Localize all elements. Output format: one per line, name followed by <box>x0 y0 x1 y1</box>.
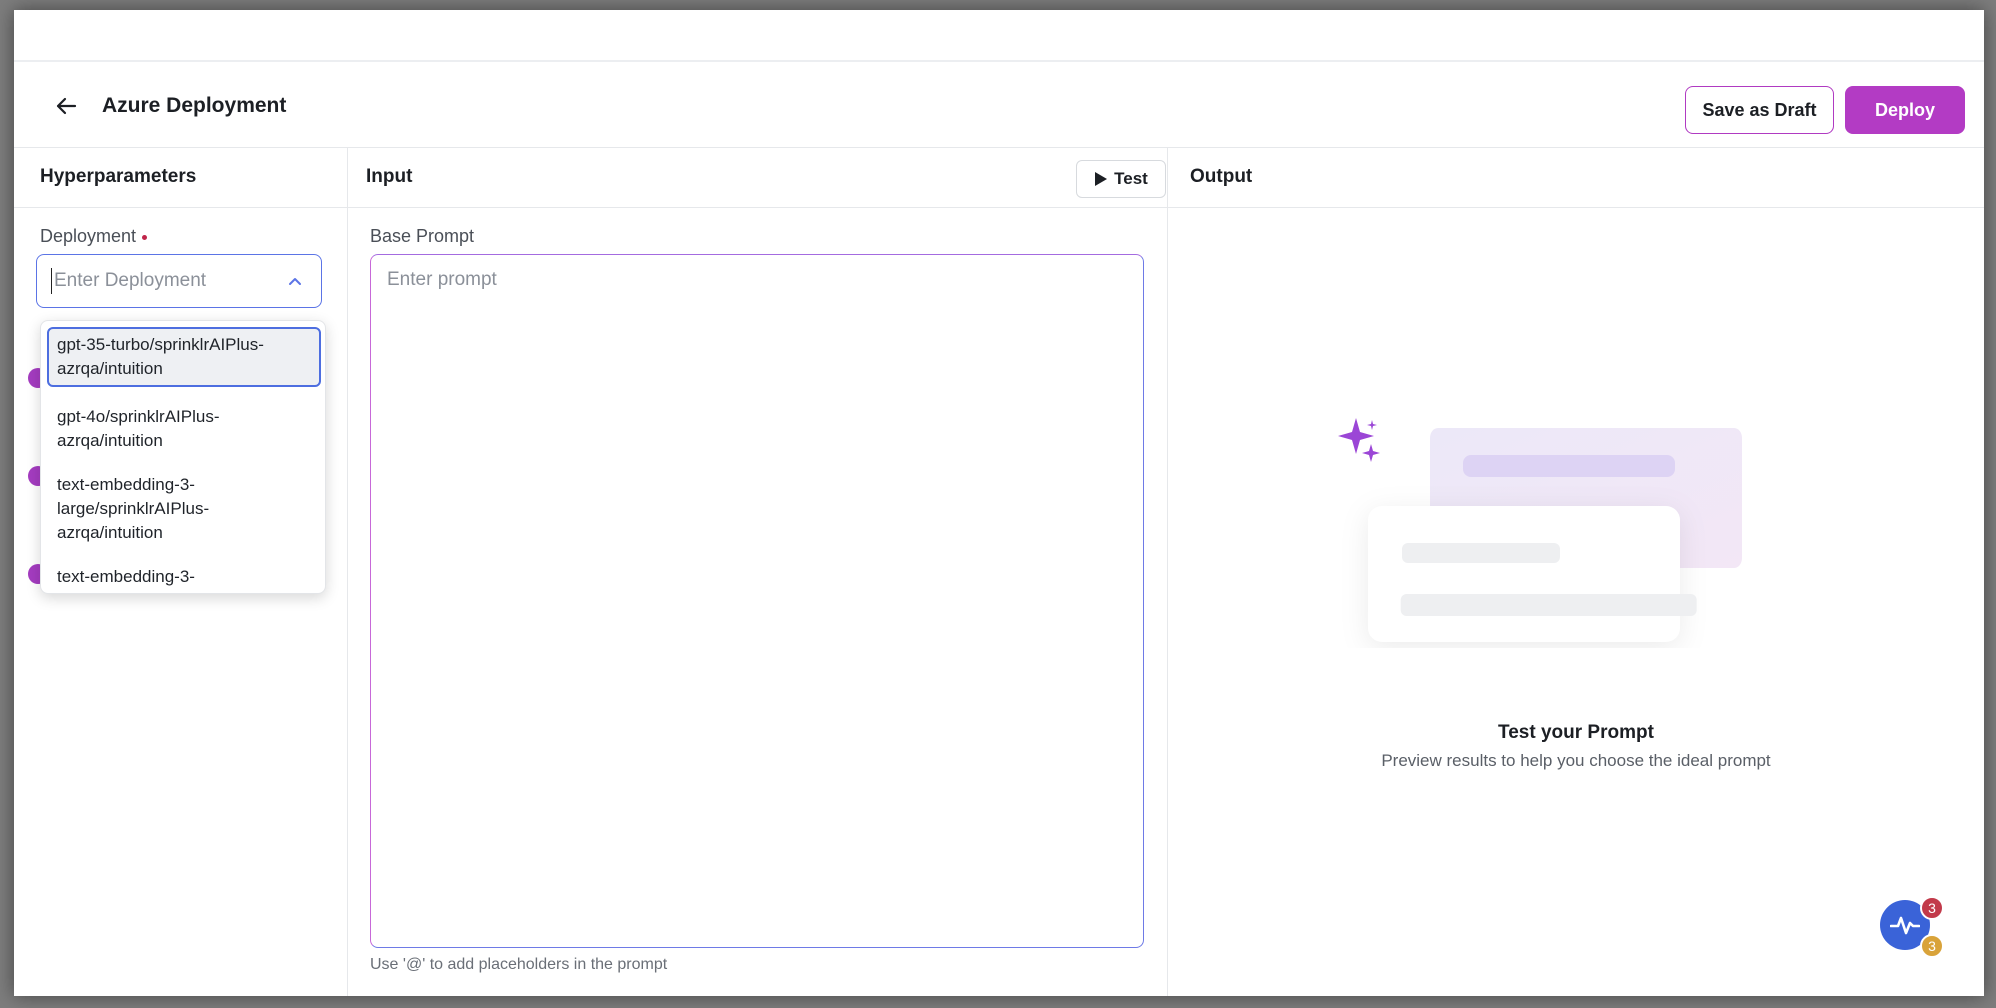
dropdown-option[interactable]: gpt-4o/sprinklrAIPlus-azrqa/intuition <box>47 399 321 459</box>
top-bar <box>14 10 1984 62</box>
notification-badge: 3 <box>1920 934 1944 958</box>
deploy-button[interactable]: Deploy <box>1845 86 1965 134</box>
empty-state-illustration <box>1338 418 1742 642</box>
input-title: Input <box>366 166 413 187</box>
hyperparameters-panel: Hyperparameters Deployment gpt-35-turbo/… <box>14 148 348 996</box>
deployment-label-text: Deployment <box>40 226 137 246</box>
test-button-label: Test <box>1114 169 1148 188</box>
input-panel: Input Test Base Prompt Use '@' to add pl… <box>348 148 1168 996</box>
page-title: Azure Deployment <box>102 94 287 117</box>
base-prompt-label: Base Prompt <box>370 226 475 246</box>
activity-icon <box>1890 916 1920 935</box>
play-icon <box>1095 172 1108 186</box>
input-header: Input Test <box>348 148 1167 208</box>
output-title: Output <box>1190 166 1253 187</box>
output-header: Output <box>1168 148 1984 208</box>
back-button[interactable] <box>48 88 84 124</box>
dropdown-option[interactable]: text-embedding-3- <box>47 559 321 593</box>
deployment-input[interactable] <box>51 268 271 294</box>
dropdown-option[interactable]: text-embedding-3-large/sprinklrAIPlus-az… <box>47 467 321 551</box>
output-panel: Output Test your Prompt Preview results … <box>1168 148 1984 996</box>
sparkle-icon <box>1338 418 1380 462</box>
save-as-draft-button[interactable]: Save as Draft <box>1685 86 1834 134</box>
notification-badge: 3 <box>1920 896 1944 920</box>
page-header: Azure Deployment Save as Draft Deploy <box>14 64 1984 148</box>
hyperparameters-header: Hyperparameters <box>14 148 347 208</box>
app-window: Azure Deployment Save as Draft Deploy Hy… <box>14 10 1984 996</box>
deployment-label: Deployment <box>40 226 148 247</box>
arrow-left-icon <box>56 97 77 115</box>
prompt-helper-text: Use '@' to add placeholders in the promp… <box>370 956 668 973</box>
base-prompt-field <box>370 254 1144 948</box>
deployment-select[interactable] <box>36 254 322 308</box>
empty-state-subtitle: Preview results to help you choose the i… <box>1381 751 1771 770</box>
test-button[interactable]: Test <box>1076 160 1166 198</box>
base-prompt-textarea[interactable] <box>387 269 1127 929</box>
required-indicator <box>142 234 148 240</box>
empty-state-title: Test your Prompt <box>1498 722 1654 743</box>
dropdown-option[interactable]: gpt-35-turbo/sprinklrAIPlus-azrqa/intuit… <box>47 327 321 387</box>
deployment-dropdown: gpt-35-turbo/sprinklrAIPlus-azrqa/intuit… <box>40 320 326 594</box>
hyperparameters-title: Hyperparameters <box>40 166 197 187</box>
chevron-up-icon[interactable] <box>285 271 305 291</box>
